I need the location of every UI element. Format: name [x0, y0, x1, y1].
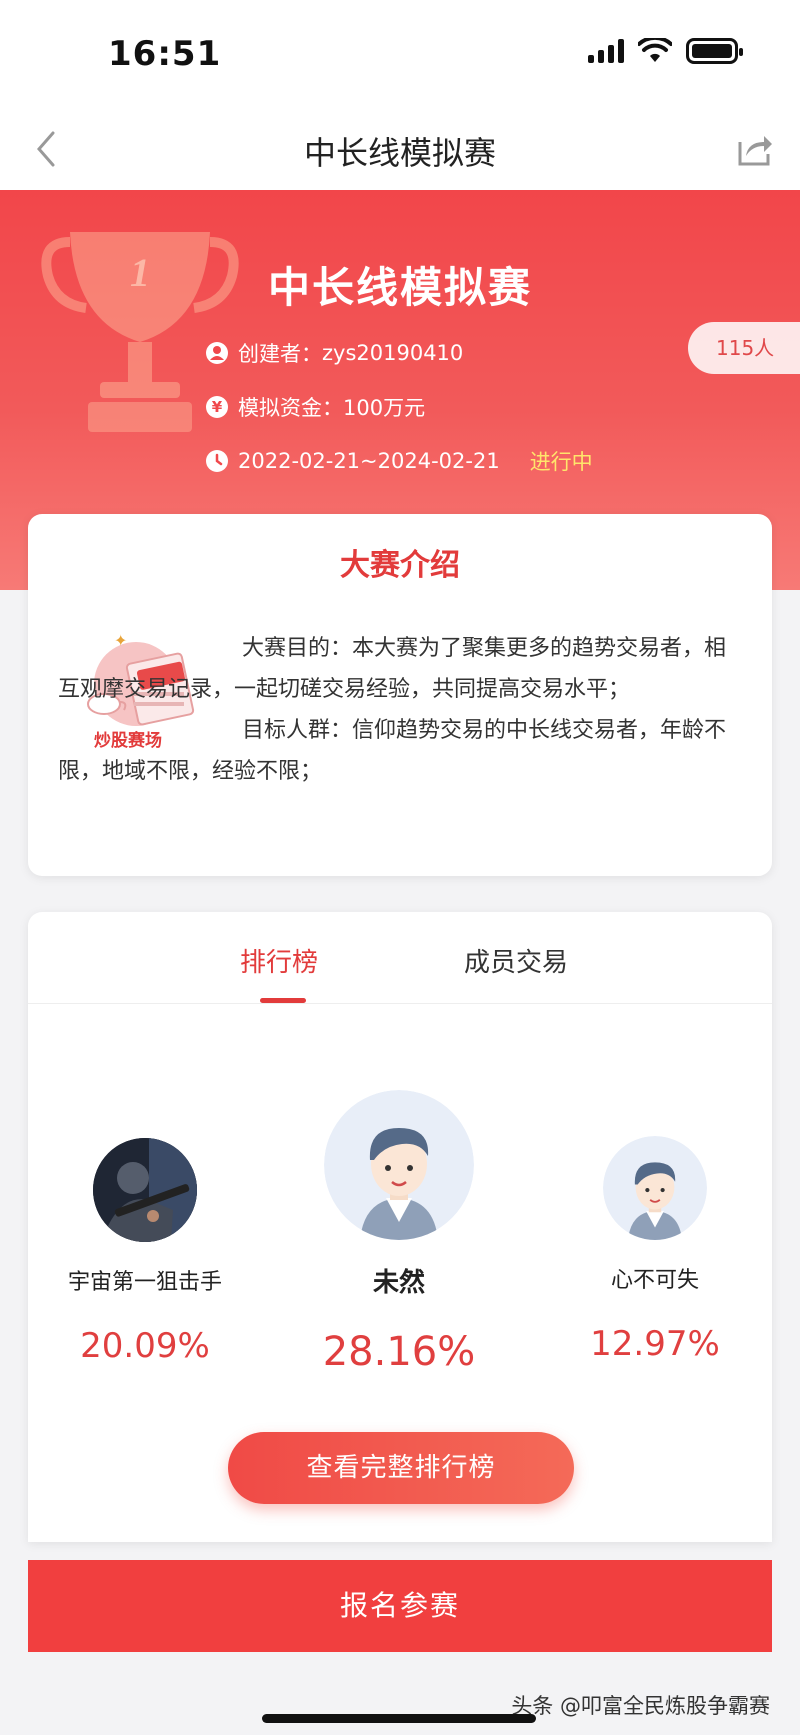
- user-avatar-icon: [603, 1136, 707, 1240]
- rank-name: 未然: [372, 1268, 425, 1298]
- contest-title: 中长线模拟赛: [267, 263, 532, 312]
- status-badge: 进行中: [529, 450, 593, 474]
- rank-return: 12.97%: [590, 1324, 720, 1364]
- tab-bar: 排行榜 成员交易: [28, 912, 772, 1004]
- clock-icon: [206, 450, 228, 472]
- fund-row: ¥ 模拟资金： 100万元: [206, 392, 425, 422]
- watermark: 头条 @叩富全民炼股争霸赛: [511, 1694, 770, 1718]
- home-indicator[interactable]: [262, 1714, 536, 1723]
- rank-name: 心不可失: [610, 1268, 699, 1293]
- date-row: 2022-02-21~2024-02-21 进行中: [206, 446, 593, 476]
- fund-label: 模拟资金：: [238, 396, 343, 420]
- view-full-ranking-button[interactable]: 查看完整排行榜: [228, 1432, 574, 1504]
- wifi-icon: [638, 38, 672, 62]
- status-time: 16:51: [108, 34, 222, 74]
- participant-count[interactable]: 115人: [688, 322, 800, 374]
- status-bar: 16:51: [0, 0, 800, 110]
- tab-member-trades[interactable]: 成员交易: [464, 942, 568, 979]
- intro-purpose: 大赛目的：本大赛为了聚集更多的趋势交易者，相互观摩交易记录，一起切磋交易经验，共…: [58, 636, 727, 702]
- avatar: [93, 1138, 197, 1242]
- yuan-icon: ¥: [206, 396, 228, 418]
- avatar: [324, 1090, 474, 1240]
- tab-active-indicator: [260, 998, 306, 1003]
- intro-audience: 目标人群：信仰趋势交易的中长线交易者，年龄不限，地域不限，经验不限；: [58, 718, 727, 784]
- rank-third[interactable]: 心不可失 12.97%: [570, 1136, 740, 1364]
- signup-button[interactable]: 报名参赛: [28, 1560, 772, 1652]
- creator-row: 创建者： zys20190410: [206, 338, 463, 368]
- rank-return: 20.09%: [80, 1326, 210, 1366]
- user-icon: [206, 342, 228, 364]
- intro-text: 大赛目的：本大赛为了聚集更多的趋势交易者，相互观摩交易记录，一起切磋交易经验，共…: [58, 628, 746, 792]
- creator-value: zys20190410: [322, 341, 464, 365]
- intro-title: 大赛介绍: [336, 540, 464, 584]
- rank-first[interactable]: 未然 28.16%: [314, 1090, 484, 1375]
- rank-name: 宇宙第一狙击手: [67, 1270, 222, 1295]
- nav-bar: 中长线模拟赛: [0, 110, 800, 190]
- nav-title: 中长线模拟赛: [303, 134, 496, 172]
- rank-second[interactable]: 宇宙第一狙击手 20.09%: [62, 1138, 228, 1366]
- user-avatar-icon: [324, 1090, 474, 1240]
- rank-return: 28.16%: [322, 1329, 476, 1375]
- battery-icon: [686, 38, 743, 64]
- intro-card: 大赛介绍 ✦ 炒股赛场 大赛目的：本大赛为了聚集更多的趋势交易者，相互观摩交易记…: [28, 514, 772, 876]
- ranking-card: 排行榜 成员交易 宇宙第一狙击手 20.09% 未然 28.16% 心不可失 1…: [28, 912, 772, 1542]
- avatar: [603, 1136, 707, 1240]
- date-range: 2022-02-21~2024-02-21: [238, 449, 500, 473]
- creator-label: 创建者：: [238, 342, 322, 366]
- share-icon[interactable]: [734, 128, 776, 170]
- tab-leaderboard[interactable]: 排行榜: [240, 942, 318, 979]
- signal-icon: [588, 39, 624, 63]
- fund-value: 100万元: [343, 396, 426, 420]
- status-icons: [588, 38, 743, 64]
- sniper-avatar-icon: [93, 1138, 197, 1242]
